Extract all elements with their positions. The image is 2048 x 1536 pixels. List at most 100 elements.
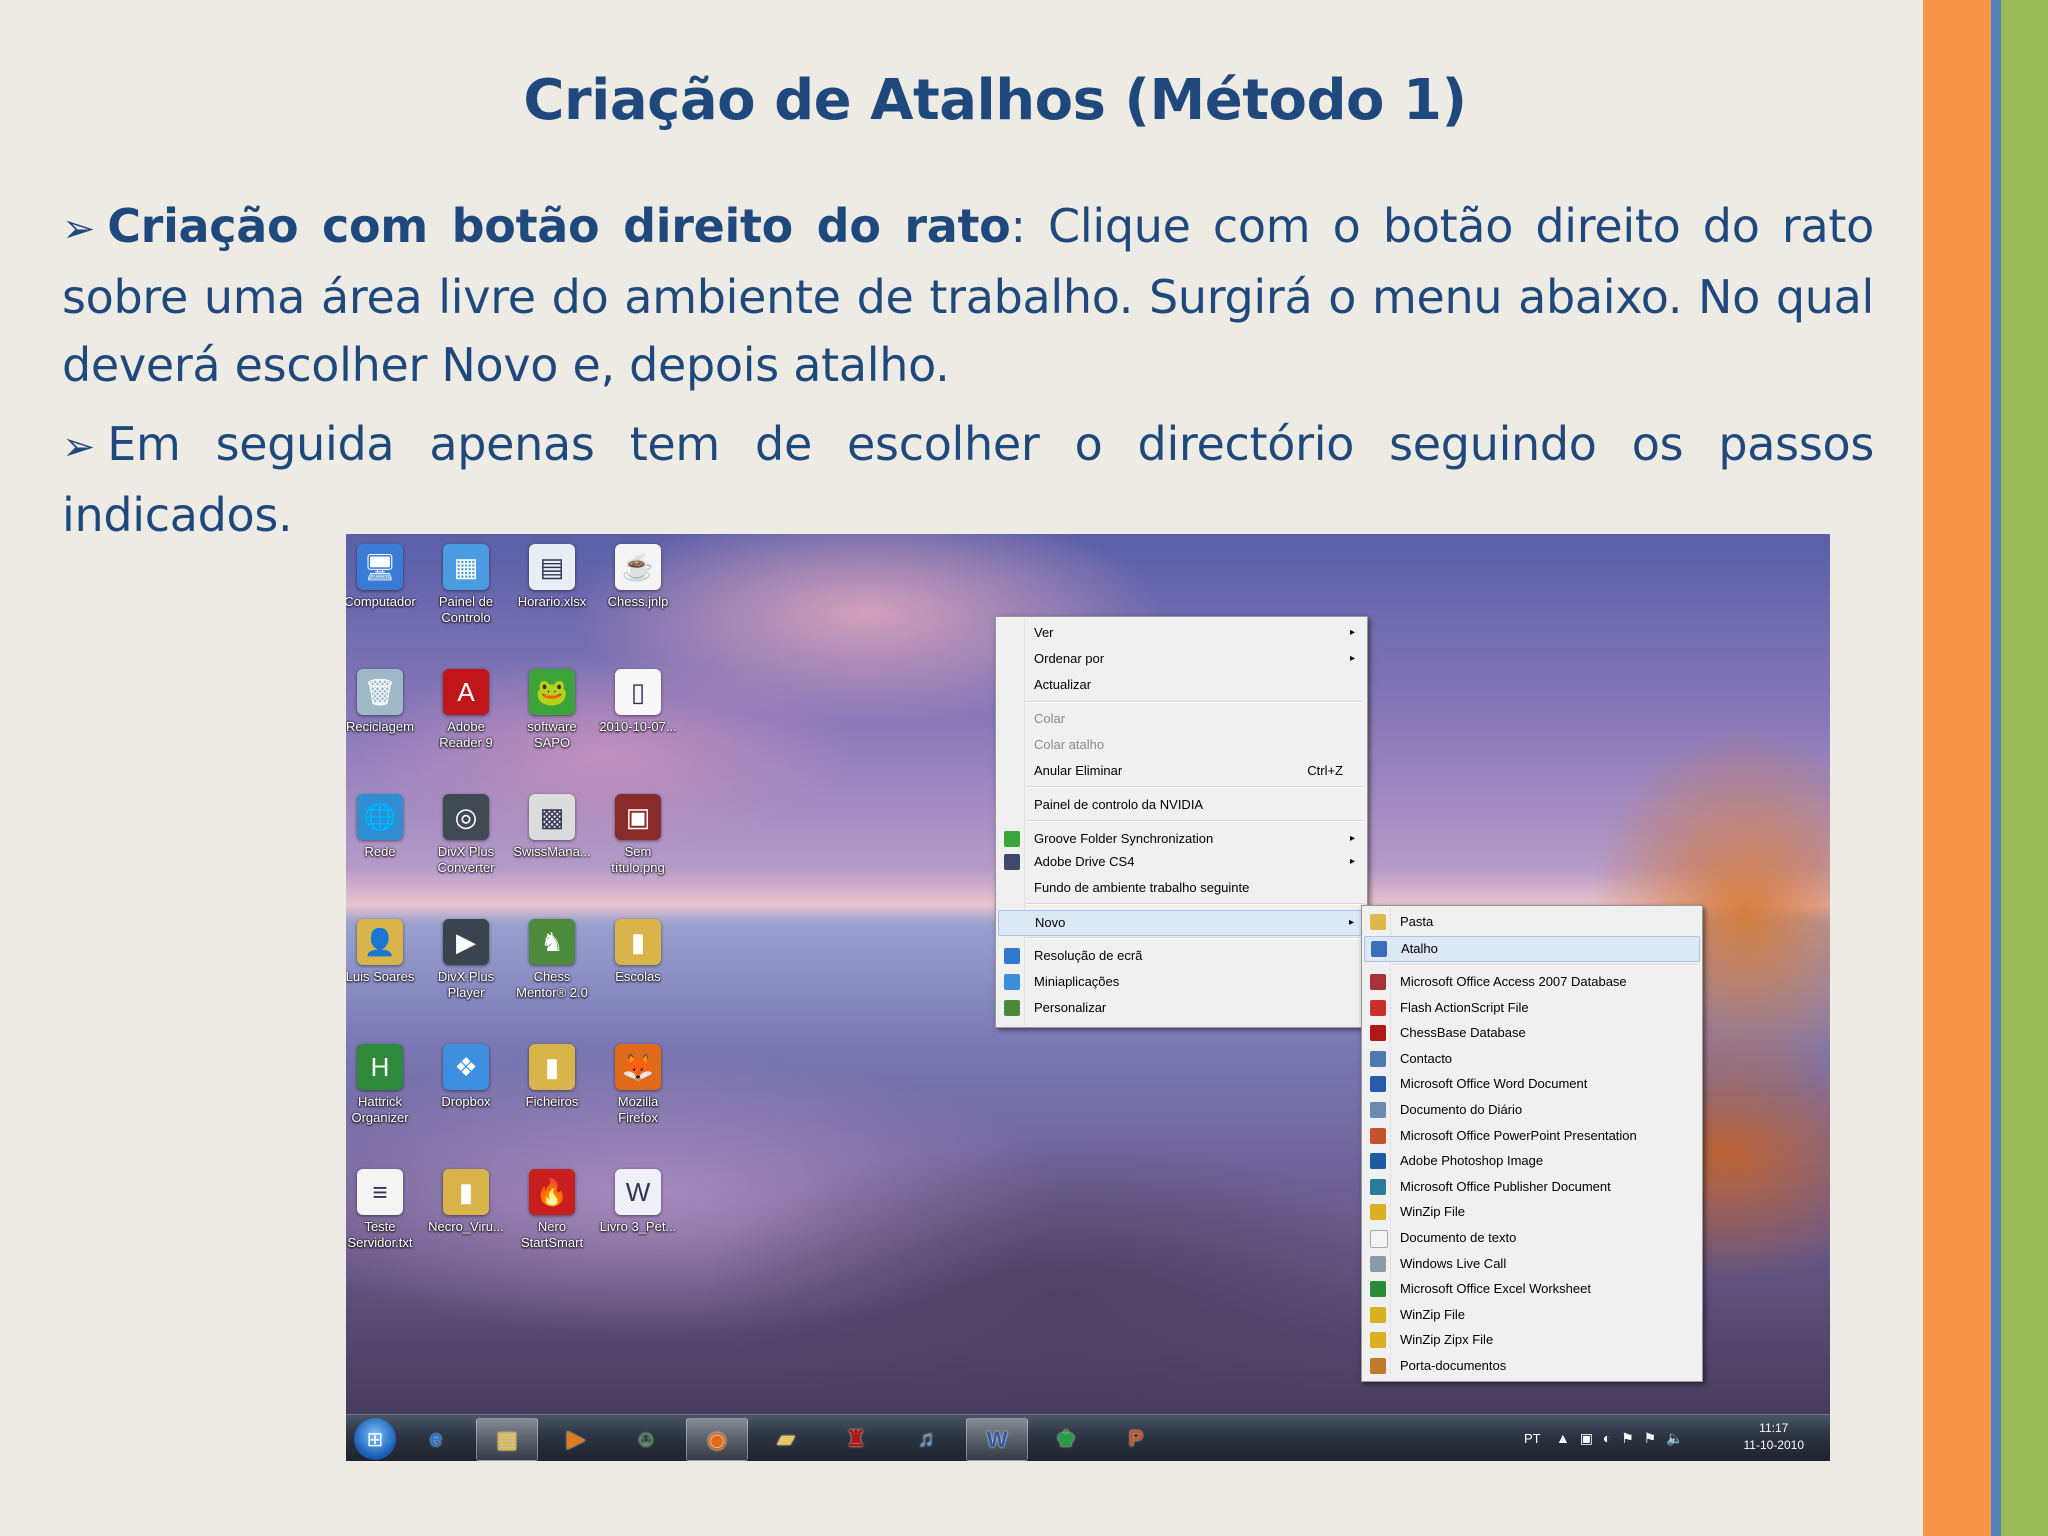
new-submenu-item[interactable]: WinZip File — [1364, 1303, 1700, 1327]
taskbar-button[interactable]: ▰ — [756, 1418, 816, 1459]
new-submenu: Pasta Atalho Microsoft Office Access 2007 … — [1361, 905, 1703, 1382]
tray-icons[interactable]: ▲ ▣ ◐ ⚑ ⚑ 🔈 — [1556, 1415, 1687, 1461]
context-menu-item[interactable]: Fundo de ambiente trabalho seguinte — [998, 876, 1365, 900]
desktop-icon-item[interactable]: ▩ SwissMana... — [512, 794, 592, 860]
menu-item-label: Anular Eliminar — [1034, 763, 1123, 778]
bullet-paragraph-1: ➢ Criação com botão direito do rato: Cliq… — [62, 192, 1874, 399]
desktop-icon-item[interactable]: A Adobe Reader 9 — [426, 669, 506, 751]
desktop-icon-item[interactable]: 🔥 Nero StartSmart — [512, 1169, 592, 1251]
new-submenu-item[interactable]: Contacto — [1364, 1047, 1700, 1071]
desktop-icon-item[interactable]: H Hattrick Organizer — [346, 1044, 420, 1126]
taskbar-button[interactable]: ▤ — [476, 1418, 538, 1461]
context-menu-item[interactable]: Ver ▸ — [998, 621, 1365, 645]
new-submenu-item[interactable]: ChessBase Database — [1364, 1021, 1700, 1045]
new-submenu-item[interactable]: Windows Live Call — [1364, 1252, 1700, 1276]
taskbar-button[interactable]: ☺ — [616, 1418, 676, 1459]
context-menu-item[interactable]: Adobe Drive CS4 ▸ — [998, 850, 1365, 874]
context-menu-item[interactable]: Groove Folder Synchronization ▸ — [998, 827, 1365, 851]
context-menu-item[interactable]: Resolução de ecrã — [998, 944, 1365, 968]
desktop-icon-item[interactable]: 👤 Luis Soares — [346, 919, 420, 985]
desktop-icon-label: DivX Plus Player — [437, 969, 495, 1000]
context-menu-item[interactable]: Painel de controlo da NVIDIA — [998, 793, 1365, 817]
image-file-icon: ▣ — [615, 794, 661, 840]
desktop-icon-item[interactable]: 🌐 Rede — [346, 794, 420, 860]
sapo-icon: 🐸 — [529, 669, 575, 715]
new-submenu-item[interactable]: Documento do Diário — [1364, 1098, 1700, 1122]
new-submenu-item[interactable]: Flash ActionScript File — [1364, 996, 1700, 1020]
new-submenu-item[interactable]: Documento de texto — [1364, 1226, 1700, 1250]
desktop-icon-item[interactable]: ≡ Teste Servidor.txt — [346, 1169, 420, 1251]
groove-icon — [1004, 831, 1020, 847]
new-submenu-item[interactable]: Adobe Photoshop Image — [1364, 1149, 1700, 1173]
taskbar-button[interactable]: ◉ — [686, 1418, 748, 1461]
explorer-icon: ▤ — [496, 1426, 518, 1452]
desktop-icon-item[interactable]: 🗑 Reciclagem — [346, 669, 420, 735]
desktop-icon-item[interactable]: 🦊 Mozilla Firefox — [598, 1044, 678, 1126]
new-submenu-item[interactable]: Microsoft Office Excel Worksheet — [1364, 1277, 1700, 1301]
taskbar: ⊞ PT ▲ ▣ ◐ ⚑ ⚑ 🔈 11:17 11-10-2010 e ▤ ▶ ☺ ◉ ▰… — [346, 1414, 1830, 1461]
clock[interactable]: 11:17 11-10-2010 — [1744, 1420, 1805, 1454]
desktop-icon-item[interactable]: ▮ Escolas — [598, 919, 678, 985]
new-submenu-item[interactable]: Microsoft Office Access 2007 Database — [1364, 970, 1700, 994]
context-menu-item[interactable]: Anular Eliminar Ctrl+Z — [998, 759, 1365, 783]
desktop-icon-item[interactable]: 🐸 software SAPO — [512, 669, 592, 751]
taskbar-button[interactable]: ♚ — [1036, 1418, 1096, 1459]
desktop-icon-label: Nero StartSmart — [520, 1219, 584, 1250]
desktop-icon-item[interactable]: ▮ Ficheiros — [512, 1044, 592, 1110]
java-file-icon: ☕ — [615, 544, 661, 590]
new-submenu-item[interactable]: Microsoft Office Publisher Document — [1364, 1175, 1700, 1199]
desktop-icon-item[interactable]: ♞ Chess Mentor® 2.0 — [512, 919, 592, 1001]
context-menu-item[interactable]: Miniaplicações — [998, 970, 1365, 994]
context-menu-item[interactable]: Personalizar — [998, 996, 1365, 1020]
desktop-icon-item[interactable]: ▣ Sem título.png — [598, 794, 678, 876]
desktop-icon-item[interactable]: ▤ Horario.xlsx — [512, 544, 592, 610]
folder-icon: ▮ — [615, 919, 661, 965]
bullet-paragraph-2: ➢ Em seguida apenas tem de escolher o dir… — [62, 410, 1874, 549]
new-submenu-item[interactable]: WinZip Zipx File — [1364, 1328, 1700, 1352]
network-icon: 🌐 — [357, 794, 403, 840]
desktop-icon-label: Horario.xlsx — [517, 594, 587, 609]
desktop-icon-item[interactable]: 🖥 Computador — [346, 544, 420, 610]
taskbar-button[interactable]: P — [1106, 1418, 1166, 1459]
language-indicator[interactable]: PT — [1524, 1415, 1541, 1461]
taskbar-button[interactable]: e — [406, 1418, 466, 1459]
new-submenu-item[interactable]: WinZip File — [1364, 1200, 1700, 1224]
desktop-icon-item[interactable]: ▮ Necro_Viru... — [426, 1169, 506, 1235]
desktop-icon-label: software SAPO — [527, 719, 577, 750]
context-menu-item[interactable]: Novo ▸ — [998, 910, 1365, 936]
desktop-icon-item[interactable]: ▦ Painel de Controlo — [426, 544, 506, 626]
slide-title: Criação de Atalhos (Método 1) — [523, 68, 1467, 133]
context-menu-item[interactable]: Colar — [998, 707, 1365, 731]
taskbar-button[interactable]: ♫ — [896, 1418, 956, 1459]
folder-icon: ▮ — [529, 1044, 575, 1090]
submenu-arrow-icon: ▸ — [1349, 653, 1355, 664]
menu-item-label: Microsoft Office Access 2007 Database — [1400, 974, 1627, 989]
desktop-icon-item[interactable]: ▯ 2010-10-07... — [598, 669, 678, 735]
submenu-arrow-icon: ▸ — [1348, 917, 1354, 928]
desktop-icon-item[interactable]: W Livro 3_Pet... — [598, 1169, 678, 1235]
new-submenu-item[interactable]: Microsoft Office Word Document — [1364, 1072, 1700, 1096]
desktop-icon-item[interactable]: ❖ Dropbox — [426, 1044, 506, 1110]
new-submenu-item[interactable]: Atalho — [1364, 936, 1700, 962]
context-menu-item[interactable]: Actualizar — [998, 673, 1365, 697]
nero-icon: 🔥 — [529, 1169, 575, 1215]
new-submenu-item[interactable]: Pasta — [1364, 910, 1700, 934]
new-submenu-item[interactable]: Porta-documentos — [1364, 1354, 1700, 1378]
menu-separator — [1026, 820, 1363, 822]
desktop-icon-label: Painel de Controlo — [438, 594, 494, 625]
new-submenu-item[interactable]: Microsoft Office PowerPoint Presentation — [1364, 1124, 1700, 1148]
menu-item-label: Personalizar — [1034, 1000, 1107, 1015]
menu-item-label: Miniaplicações — [1034, 974, 1120, 989]
taskbar-button[interactable]: ♜ — [826, 1418, 886, 1459]
taskbar-button[interactable]: W — [966, 1418, 1028, 1461]
start-button[interactable]: ⊞ — [354, 1418, 396, 1460]
desktop-icon-item[interactable]: ▶ DivX Plus Player — [426, 919, 506, 1001]
desktop-icon-item[interactable]: ☕ Chess.jnlp — [598, 544, 678, 610]
context-menu-item[interactable]: Colar atalho — [998, 733, 1365, 757]
taskbar-button[interactable]: ▶ — [546, 1418, 606, 1459]
desktop-icon-item[interactable]: ◎ DivX Plus Converter — [426, 794, 506, 876]
menu-item-label: ChessBase Database — [1400, 1025, 1526, 1041]
menu-item-label: Fundo de ambiente trabalho seguinte — [1034, 880, 1250, 895]
menu-item-label: Microsoft Office Word Document — [1400, 1076, 1588, 1092]
context-menu-item[interactable]: Ordenar por ▸ — [998, 647, 1365, 671]
